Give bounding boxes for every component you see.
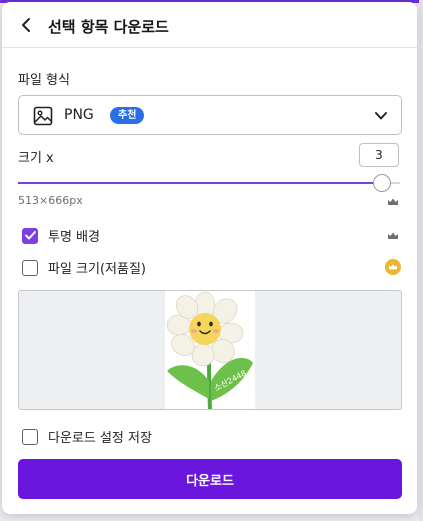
panel-header: 선택 항목 다운로드 bbox=[2, 2, 417, 48]
file-type-value: PNG bbox=[64, 107, 94, 123]
size-slider-fill bbox=[18, 182, 381, 184]
page-title: 선택 항목 다운로드 bbox=[48, 18, 169, 36]
recommended-badge: 추천 bbox=[110, 107, 145, 124]
compress-file-label: 파일 크기(저품질) bbox=[48, 262, 146, 277]
compress-file-checkbox[interactable] bbox=[22, 259, 38, 276]
premium-crown-icon bbox=[385, 259, 401, 275]
compress-file-option[interactable]: 파일 크기(저품질) bbox=[22, 258, 146, 277]
crown-icon bbox=[388, 232, 398, 239]
transparent-background-option[interactable]: 투명 배경 bbox=[22, 226, 100, 245]
transparent-background-label: 투명 배경 bbox=[48, 230, 100, 245]
preview-area: 소산2448 bbox=[18, 290, 402, 410]
side-scroll-area bbox=[419, 0, 423, 521]
transparent-background-checkbox[interactable] bbox=[22, 227, 38, 244]
size-slider-track[interactable] bbox=[18, 182, 400, 184]
crown-icon bbox=[388, 198, 398, 205]
download-panel: 선택 항목 다운로드 파일 형식 PNG 추천 크기 x 513×666px 투… bbox=[2, 2, 417, 514]
save-settings-label: 다운로드 설정 저장 bbox=[48, 431, 152, 446]
file-type-label: 파일 형식 bbox=[18, 73, 70, 88]
dimensions-text: 513×666px bbox=[18, 194, 83, 207]
chevron-left-icon bbox=[22, 18, 30, 32]
save-settings-option[interactable]: 다운로드 설정 저장 bbox=[22, 427, 152, 446]
flower-illustration: 소산2448 bbox=[166, 291, 253, 409]
save-settings-checkbox[interactable] bbox=[22, 428, 38, 445]
checkmark-icon bbox=[24, 231, 36, 240]
image-icon bbox=[33, 106, 53, 126]
download-button[interactable]: 다운로드 bbox=[18, 459, 402, 499]
size-slider-handle[interactable] bbox=[373, 174, 391, 192]
size-multiplier-input[interactable] bbox=[359, 143, 399, 167]
size-label: 크기 x bbox=[18, 151, 54, 166]
file-type-dropdown[interactable]: PNG 추천 bbox=[18, 95, 402, 135]
back-button[interactable] bbox=[16, 15, 36, 35]
chevron-down-icon bbox=[375, 112, 387, 120]
preview-image: 소산2448 bbox=[165, 291, 255, 409]
